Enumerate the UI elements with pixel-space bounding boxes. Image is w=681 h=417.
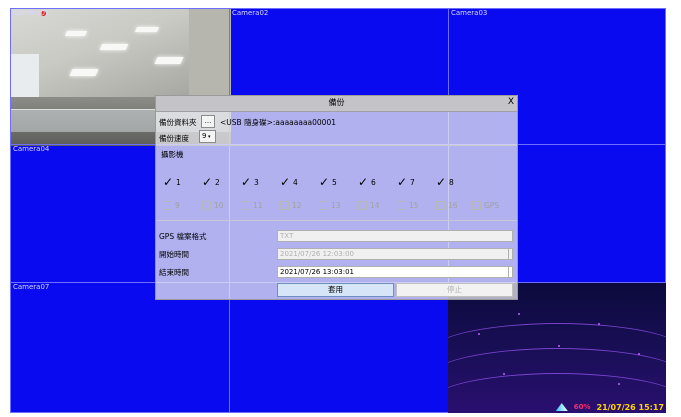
channel-checkbox-13: 13 <box>319 199 341 211</box>
channel-checkbox-1[interactable]: ✓ 1 <box>163 176 181 188</box>
camera-section-label: 攝影機 <box>161 150 184 159</box>
gps-format-label: GPS 檔案格式 <box>159 232 207 241</box>
camera-cell-7[interactable]: Camera07 <box>10 282 230 413</box>
camera-label: Camera02 <box>232 9 269 17</box>
backup-speed-label: 備份速度 <box>159 134 189 143</box>
channel-checkbox-16: 16 <box>436 199 458 211</box>
channel-checkbox-4[interactable]: ✓ 4 <box>280 176 298 188</box>
disk-usage-icon <box>555 403 568 411</box>
channel-checkbox-11: 11 <box>241 199 263 211</box>
spinner-icon[interactable] <box>508 267 512 277</box>
backup-folder-label: 備份資料夾 <box>159 118 197 127</box>
checkmark-icon: ✓ <box>202 175 213 189</box>
channel-checkbox-12: 12 <box>280 199 302 211</box>
apply-button[interactable]: 套用 <box>277 283 394 297</box>
camera-label: Camera04 <box>13 145 50 153</box>
checkmark-icon: ✓ <box>436 175 447 189</box>
clock: 21/07/26 15:17 <box>596 402 665 412</box>
stop-button: 停止 <box>396 283 513 297</box>
channel-checkbox-14: 14 <box>358 199 380 211</box>
checkmark-icon: ✓ <box>280 175 291 189</box>
backup-dialog: 備份 X 備份資料夾 ... <USB 隨身碟>:aaaaaaaa00001 備… <box>155 95 518 300</box>
channel-checkbox-7[interactable]: ✓ 7 <box>397 176 415 188</box>
channel-checkbox-10: 10 <box>202 199 224 211</box>
end-time-label: 結束時間 <box>159 268 189 277</box>
channel-checkbox-15: 15 <box>397 199 419 211</box>
start-time-label: 開始時間 <box>159 250 189 259</box>
channel-checkbox-8[interactable]: ✓ 8 <box>436 176 454 188</box>
checkmark-icon: ✓ <box>163 175 174 189</box>
status-bar: 60% 21/07/26 15:17 <box>555 401 666 413</box>
checkmark-icon: ✓ <box>241 175 252 189</box>
camera-feed-night: 60% 21/07/26 15:17 <box>448 283 666 413</box>
channel-checkbox-6[interactable]: ✓ 6 <box>358 176 376 188</box>
camera-label: Camera03 <box>451 9 488 17</box>
checkmark-icon: ✓ <box>358 175 369 189</box>
divider <box>156 145 517 146</box>
camera-cell-8[interactable] <box>229 282 449 413</box>
browse-folder-button[interactable]: ... <box>201 115 215 128</box>
dialog-title: 備份 <box>328 98 345 107</box>
camera-label: Camera01 <box>13 9 50 17</box>
channel-checkbox-9: 9 <box>163 199 180 211</box>
dialog-titlebar[interactable]: 備份 X <box>156 96 517 112</box>
end-time-field[interactable]: 2021/07/26 13:03:01 <box>277 266 513 278</box>
chevron-down-icon: ▾ <box>206 134 211 140</box>
divider <box>156 220 517 221</box>
checkmark-icon: ✓ <box>397 175 408 189</box>
close-button[interactable]: X <box>508 97 514 107</box>
camera-label: Camera07 <box>13 283 50 291</box>
backup-speed-select[interactable]: 9 ▾ <box>199 130 216 143</box>
channel-checkbox-5[interactable]: ✓ 5 <box>319 176 337 188</box>
channel-checkbox-2[interactable]: ✓ 2 <box>202 176 220 188</box>
channel-checkbox-gps: GPS <box>472 199 499 211</box>
channel-checkbox-3[interactable]: ✓ 3 <box>241 176 259 188</box>
start-time-field: 2021/07/26 12:03:00 <box>277 248 513 260</box>
disk-usage-percent: 60% <box>573 403 591 411</box>
backup-folder-value: <USB 隨身碟>:aaaaaaaa00001 <box>220 118 337 127</box>
gps-format-field: TXT <box>277 230 513 242</box>
checkmark-icon: ✓ <box>319 175 330 189</box>
